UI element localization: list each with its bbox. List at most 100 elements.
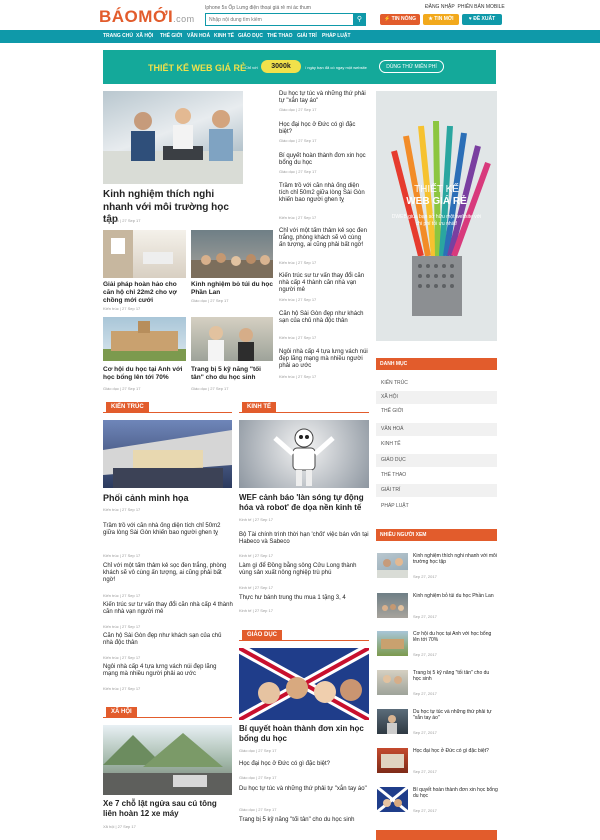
students-photo: [103, 108, 243, 184]
mobile-link[interactable]: PHIÊN BẢN MOBILE: [458, 4, 505, 10]
list-item-title[interactable]: Kiến trúc sư tư vấn thay đổi căn nhà cấp…: [279, 273, 369, 295]
list-item-title[interactable]: Bộ Tài chính trình thời hạn 'chốt' việc …: [239, 532, 371, 546]
banner-cta-button[interactable]: DÙNG THỬ MIỄN PHÍ: [379, 60, 444, 73]
most-viewed-item-title[interactable]: Cơ hội du học tại Anh với học bổng lên t…: [413, 631, 498, 643]
list-item-title[interactable]: Bí quyết hoàn thành đơn xin học bổng du …: [279, 153, 369, 167]
most-viewed-image[interactable]: [377, 553, 408, 578]
most-viewed-image[interactable]: [377, 593, 408, 618]
category-item[interactable]: VĂN HOÁ: [376, 423, 497, 436]
banner-note: / ngày bạn đã có ngay một website: [305, 65, 367, 70]
list-item-meta: Kiến trúc | 27 Sep 17: [279, 215, 317, 220]
most-viewed-item-title[interactable]: Học đại học ở Đức có gì đặc biệt?: [413, 748, 498, 754]
search-icon[interactable]: ⚲: [353, 13, 366, 26]
new-news-button[interactable]: ★ TIN MỚI: [423, 14, 459, 25]
nav-item-kinhte[interactable]: KINH TẾ: [214, 33, 234, 39]
top-ad-banner[interactable]: THIẾT KẾ WEB GIÁ RẺ Chỉ với 3000k / ngày…: [103, 50, 496, 84]
students-photo: [208, 326, 254, 361]
section-lead-image[interactable]: [239, 648, 369, 720]
card-image[interactable]: [191, 317, 273, 361]
list-item-title[interactable]: Chỉ với một tấm thảm kẻ sọc đen trắng, p…: [103, 563, 233, 585]
most-viewed-item-date: Sep 27, 2017: [413, 808, 437, 813]
section-lead-image[interactable]: [103, 725, 232, 795]
most-viewed-item-title[interactable]: Du học tự túc và những thứ phải tự "xắn …: [413, 709, 498, 721]
nav-item-phapluat[interactable]: PHÁP LUẬT: [322, 33, 351, 39]
card-title[interactable]: Trang bị 5 kỹ năng "tối tân" cho du học …: [191, 366, 273, 382]
nav-item-giaitri[interactable]: GIẢI TRÍ: [297, 33, 317, 39]
section-lead-title[interactable]: Bí quyết hoàn thành đơn xin học bổng du …: [239, 724, 369, 744]
section-label-kientruc[interactable]: KIẾN TRÚC: [106, 402, 149, 413]
card-image[interactable]: [191, 230, 273, 278]
nav-item-giaoduc[interactable]: GIÁO DỤC: [238, 33, 263, 39]
sidebar-ad[interactable]: THIẾT KẾ WEB GIÁ RẺ DWEB giúa bạn sở hữu…: [376, 91, 497, 341]
category-item[interactable]: XÃ HỘI: [376, 391, 497, 404]
list-item-title[interactable]: Ngôi nhà cấp 4 tựa lưng vách núi đẹp lãn…: [103, 664, 233, 678]
suggest-button[interactable]: ♥ ĐỀ XUẤT: [462, 14, 502, 25]
category-item[interactable]: GIẢI TRÍ: [376, 484, 497, 497]
nav-item-xahoi[interactable]: XÃ HỘI: [136, 33, 153, 39]
search-input[interactable]: [205, 13, 365, 26]
most-viewed-item-title[interactable]: Kinh nghiệm bỏ túi du học Phần Lan: [413, 593, 498, 599]
list-item-title[interactable]: Trầm trồ với căn nhà ống diện tích chỉ 5…: [279, 183, 369, 205]
section-label-giaoduc[interactable]: GIÁO DỤC: [242, 630, 282, 641]
most-viewed-item-title[interactable]: Trang bị 5 kỹ năng "tối tân" cho du học …: [413, 670, 498, 682]
nav-item-vanhoa[interactable]: VĂN HOÁ: [187, 33, 210, 39]
section-label-xahoi[interactable]: XÃ HỘI: [106, 707, 137, 718]
list-item-title[interactable]: Thực hư bánh trung thu mua 1 tặng 3, 4: [239, 595, 371, 602]
section-lead-title[interactable]: WEF cảnh báo 'làn sóng tự động hóa và ro…: [239, 493, 369, 513]
category-item[interactable]: KINH TẾ: [376, 438, 497, 451]
most-viewed-image[interactable]: [377, 787, 408, 812]
section-lead-meta: Kinh tế | 27 Sep 17: [239, 517, 273, 522]
thumb-icon: ♥: [468, 16, 472, 22]
list-item-title[interactable]: Du học tự túc và những thứ phải tự "xắn …: [239, 786, 371, 793]
featured-image[interactable]: [103, 91, 243, 184]
list-item-title[interactable]: Căn hộ Sài Gòn đẹp như khách sạn của chủ…: [103, 633, 233, 647]
banner-price: 3000k: [261, 60, 301, 73]
category-item[interactable]: PHÁP LUẬT: [376, 500, 497, 513]
thumb-photo: [377, 787, 408, 812]
list-item-title[interactable]: Ngôi nhà cấp 4 tựa lưng vách núi đẹp lãn…: [279, 349, 369, 371]
list-item-title[interactable]: Chỉ với một tấm thảm kẻ sọc đen trắng, p…: [279, 228, 369, 250]
list-item-title[interactable]: Du học tự túc và những thứ phải tự "xắn …: [279, 91, 369, 105]
site-logo[interactable]: BÁOMỚI.com: [99, 7, 195, 27]
login-link[interactable]: ĐĂNG NHẬP: [425, 4, 455, 10]
list-item-title[interactable]: Trầm trồ với căn nhà ống diện tích chỉ 5…: [103, 523, 233, 537]
hot-news-button[interactable]: ⚡ TIN NÓNG: [380, 14, 420, 25]
list-item-meta: Giáo dục | 27 Sep 17: [279, 107, 317, 112]
most-viewed-item-title[interactable]: Bí quyết hoàn thành đơn xin học bổng du …: [413, 787, 498, 799]
list-item-title[interactable]: Học đại học ở Đức có gì đặc biệt?: [279, 122, 369, 136]
card-image[interactable]: [103, 230, 186, 278]
most-viewed-image[interactable]: [377, 709, 408, 734]
section-lead-image[interactable]: [239, 420, 369, 488]
nav-item-thegioi[interactable]: THẾ GIỚI: [160, 33, 182, 39]
most-viewed-item-date: Sep 27, 2017: [413, 691, 437, 696]
card-image[interactable]: [103, 317, 186, 361]
most-viewed-image[interactable]: [377, 748, 408, 773]
banner-title: THIẾT KẾ WEB GIÁ RẺ: [148, 63, 247, 73]
section-lead-title[interactable]: Phối cảnh minh họa: [103, 493, 232, 504]
section-lead-title[interactable]: Xe 7 chỗ lật ngửa sau cú tông liên hoàn …: [103, 799, 232, 819]
nav-item-thethao[interactable]: THỂ THAO: [267, 33, 293, 39]
most-viewed-item-title[interactable]: Kinh nghiệm thích nghi nhanh với môi trư…: [413, 553, 498, 565]
thumb-photo: [383, 675, 402, 684]
category-item[interactable]: GIÁO DỤC: [376, 454, 497, 467]
card-title[interactable]: Giải pháp hoàn hảo cho căn hộ chỉ 22m2 c…: [103, 281, 186, 305]
list-item-title[interactable]: Kiến trúc sư tư vấn thay đổi căn nhà cấp…: [103, 602, 233, 616]
section-lead-image[interactable]: [103, 420, 232, 488]
list-item-title[interactable]: Làm gì để Đồng bằng sông Cửu Long thành …: [239, 563, 371, 577]
most-viewed-image[interactable]: [377, 670, 408, 695]
featured-meta: Giáo dục | 27 Sep 17: [103, 218, 141, 223]
category-item[interactable]: KIẾN TRÚC: [376, 377, 497, 390]
list-item-title[interactable]: Trang bị 5 kỹ năng "tối tân" cho du học …: [239, 817, 371, 824]
accident-photo: [103, 733, 232, 795]
card-title[interactable]: Cơ hội du học tại Anh với học bổng lên t…: [103, 366, 186, 382]
banner-from: Chỉ với: [245, 65, 258, 70]
most-viewed-image[interactable]: [377, 631, 408, 656]
category-item[interactable]: THỂ THAO: [376, 469, 497, 482]
nav-item-home[interactable]: TRANG CHỦ: [103, 33, 133, 39]
category-item[interactable]: THẾ GIỚI: [376, 405, 497, 418]
card-title[interactable]: Kinh nghiệm bỏ túi du học Phần Lan: [191, 281, 273, 297]
list-item-title[interactable]: Học đại học ở Đức có gì đặc biệt?: [239, 761, 371, 768]
section-label-kinhte[interactable]: KINH TẾ: [242, 402, 276, 413]
header-tagline: Iphone 5s Ốp Lưng điện thoại giá rẻ mi á…: [205, 5, 311, 11]
list-item-title[interactable]: Căn hộ Sài Gòn đẹp như khách sạn của chủ…: [279, 311, 369, 325]
